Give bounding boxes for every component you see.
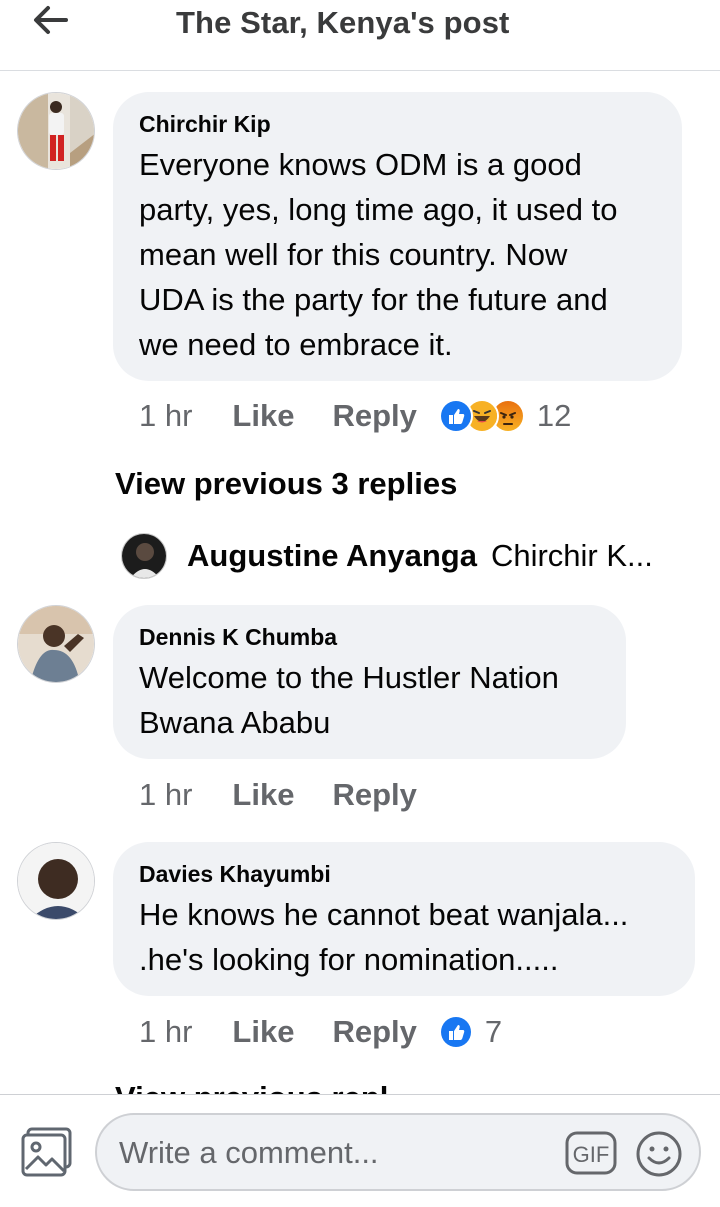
- comment-input-container: GIF: [95, 1113, 701, 1191]
- page-title: The Star, Kenya's post: [176, 5, 510, 40]
- comment-actions: 1 hr Like Reply 12: [139, 396, 571, 436]
- reply-button[interactable]: Reply: [332, 398, 416, 434]
- like-button[interactable]: Like: [232, 1014, 294, 1050]
- comment-author[interactable]: Dennis K Chumba: [139, 623, 600, 651]
- comment-author[interactable]: Davies Khayumbi: [139, 860, 669, 888]
- comment-actions: 1 hr Like Reply: [139, 775, 417, 815]
- comment-time[interactable]: 1 hr: [139, 777, 192, 813]
- comment-text: Welcome to the Hustler Nation Bwana Abab…: [139, 660, 559, 740]
- top-bar: The Star, Kenya's post: [0, 0, 720, 71]
- reply-preview[interactable]: Augustine Anyanga Chirchir K...: [121, 532, 653, 580]
- comment-bubble: Davies Khayumbi He knows he cannot beat …: [113, 842, 695, 996]
- avatar[interactable]: [17, 842, 95, 920]
- reply-text-preview: Chirchir K...: [490, 538, 653, 573]
- like-reaction-icon: [438, 399, 473, 433]
- like-reaction-icon: [438, 1015, 473, 1049]
- back-button[interactable]: [26, 0, 74, 40]
- emoji-button[interactable]: [635, 1130, 683, 1178]
- reactions[interactable]: 7: [438, 1014, 503, 1050]
- comment-author[interactable]: Chirchir Kip: [139, 110, 656, 138]
- like-button[interactable]: Like: [232, 398, 294, 434]
- view-previous-replies-link[interactable]: View previous 3 replies: [115, 466, 457, 502]
- comment-composer: GIF: [0, 1094, 720, 1207]
- photo-button[interactable]: [20, 1125, 74, 1179]
- reaction-count: 12: [536, 398, 572, 433]
- reply-button[interactable]: Reply: [332, 1014, 416, 1050]
- reply-author: Augustine Anyanga: [187, 538, 477, 573]
- back-arrow-icon: [34, 6, 68, 34]
- photo-icon: [21, 1127, 72, 1177]
- reaction-count: 7: [484, 1014, 503, 1049]
- gif-button[interactable]: GIF: [565, 1131, 617, 1175]
- avatar[interactable]: [17, 92, 95, 170]
- gif-icon: GIF: [573, 1142, 610, 1167]
- reactions[interactable]: 12: [438, 398, 572, 434]
- reply-button[interactable]: Reply: [332, 777, 416, 813]
- comment-time[interactable]: 1 hr: [139, 1014, 192, 1050]
- comment-bubble: Chirchir Kip Everyone knows ODM is a goo…: [113, 92, 682, 381]
- comment-text: Everyone knows ODM is a good party, yes,…: [139, 147, 618, 362]
- comment-time[interactable]: 1 hr: [139, 398, 192, 434]
- avatar: [121, 533, 167, 579]
- comment-input[interactable]: [117, 1129, 551, 1177]
- smiley-icon: [636, 1131, 682, 1177]
- comment-text: He knows he cannot beat wanjala... .he's…: [139, 897, 629, 977]
- avatar[interactable]: [17, 605, 95, 683]
- view-previous-replies-link[interactable]: View previous repl: [115, 1078, 515, 1094]
- comment-bubble: Dennis K Chumba Welcome to the Hustler N…: [113, 605, 626, 759]
- like-button[interactable]: Like: [232, 777, 294, 813]
- comment-actions: 1 hr Like Reply 7: [139, 1012, 502, 1052]
